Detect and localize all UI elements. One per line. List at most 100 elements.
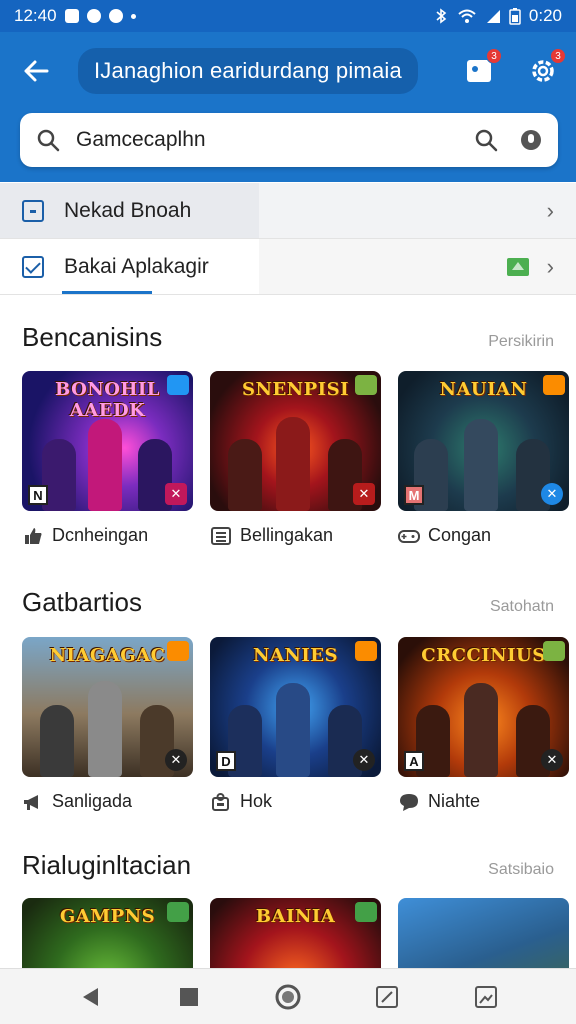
- notification-badge: 3: [486, 48, 502, 64]
- active-tab-indicator: [62, 291, 152, 294]
- publisher-logo-icon: A: [404, 751, 424, 771]
- game-thumbnail: NAUIAN M ✕: [398, 371, 569, 511]
- page-title: IJanaghion earidurdang pimaia: [78, 48, 418, 94]
- game-thumbnail: SNENPISI ✕: [210, 371, 381, 511]
- nav-edit-button[interactable]: [367, 977, 407, 1017]
- close-icon: ✕: [541, 749, 563, 771]
- card-label: Hok: [240, 791, 273, 811]
- game-card[interactable]: CRCCINIUS A ✕ Niahte: [398, 637, 569, 812]
- section-see-all-link[interactable]: Persikirin: [488, 333, 554, 351]
- close-icon: ✕: [165, 483, 187, 505]
- screenshot-icon: [475, 985, 498, 1008]
- card-row-1: BONOHIL AAEDK N ✕ Dcnheingan SNENPISI ✕ …: [22, 371, 569, 546]
- nav-recents-button[interactable]: [169, 977, 209, 1017]
- chat-icon: [398, 793, 420, 811]
- game-card[interactable]: NANIES D ✕ Hok: [210, 637, 381, 812]
- settings-button[interactable]: 3: [526, 48, 566, 88]
- section-header-1: Bencanisins Persikirin: [22, 322, 554, 353]
- sync-icon: [108, 9, 123, 23]
- search-input[interactable]: [76, 128, 474, 152]
- card-label: Bellingakan: [240, 525, 334, 545]
- close-icon: ✕: [541, 483, 563, 505]
- status-bar: 12:40 0:20: [0, 0, 576, 32]
- game-card[interactable]: NAUIAN M ✕ Congan: [398, 371, 569, 546]
- close-icon: ✕: [353, 483, 375, 505]
- publisher-logo-icon: D: [216, 751, 236, 771]
- wifi-icon: [458, 9, 476, 23]
- checkbox-checked[interactable]: [22, 255, 44, 278]
- section-title: Gatbartios: [22, 587, 142, 617]
- chevron-right-icon: ›: [546, 253, 554, 279]
- microphone-icon[interactable]: [520, 129, 542, 151]
- status-clock-right: 0:20: [528, 6, 562, 25]
- megaphone-icon: [22, 793, 44, 811]
- corner-badge-icon: [167, 641, 189, 661]
- signal-icon: [486, 10, 500, 23]
- filter-label-2: Bakai Aplakagir: [64, 254, 209, 278]
- publisher-logo-icon: N: [28, 485, 48, 505]
- game-art-title: SNENPISI: [242, 379, 349, 400]
- card-label: Dcnheingan: [52, 525, 149, 545]
- square-icon: [179, 987, 198, 1006]
- search-bar: [20, 113, 558, 167]
- corner-badge-icon: [355, 375, 377, 395]
- filter-row-1[interactable]: Nekad Bnoah ›: [0, 183, 576, 239]
- close-icon: ✕: [165, 749, 187, 771]
- section-see-all-link[interactable]: Satohatn: [490, 598, 554, 616]
- search-icon: [37, 129, 60, 152]
- checkbox-unchecked[interactable]: [22, 199, 44, 222]
- game-thumbnail: NANIES D ✕: [210, 637, 381, 777]
- game-card[interactable]: SNENPISI ✕ Bellingakan: [210, 371, 381, 546]
- chevron-right-icon: ›: [546, 197, 554, 223]
- triangle-back-icon: [82, 987, 98, 1006]
- game-art-title: BONOHIL AAEDK: [55, 379, 160, 421]
- section-see-all-link[interactable]: Satsibaio: [488, 861, 554, 879]
- more-notifications-dot-icon: [130, 13, 136, 19]
- bluetooth-icon: [436, 8, 447, 24]
- game-art-title: CRCCINIUS: [421, 645, 546, 666]
- game-art-title: BAINIA: [255, 906, 336, 927]
- corner-badge-icon: [355, 902, 377, 922]
- game-thumbnail: BONOHIL AAEDK N ✕: [22, 371, 193, 511]
- search-area: [0, 110, 576, 182]
- puzzle-icon: [210, 792, 232, 811]
- arrow-left-icon: [24, 60, 49, 82]
- card-label: Sanligada: [52, 791, 133, 811]
- filter-row-2[interactable]: Bakai Aplakagir ›: [0, 239, 576, 295]
- corner-badge-icon: [543, 375, 565, 395]
- publisher-logo-icon: M: [404, 485, 424, 505]
- corner-badge-icon: [543, 641, 565, 661]
- game-thumbnail: NIAGAGAC ✕: [22, 637, 193, 777]
- game-card[interactable]: NIAGAGAC ✕ Sanligada: [22, 637, 193, 812]
- battery-icon: [509, 8, 521, 25]
- notifications-button[interactable]: 3: [462, 48, 502, 88]
- corner-badge-icon: [167, 375, 189, 395]
- nav-screenshot-button[interactable]: [466, 977, 506, 1017]
- controller-icon: [398, 527, 420, 545]
- game-thumbnail: CRCCINIUS A ✕: [398, 637, 569, 777]
- list-icon: [210, 526, 232, 545]
- search-submit-icon[interactable]: [474, 128, 498, 152]
- gallery-icon: [64, 9, 79, 23]
- circle-home-icon: [275, 984, 301, 1009]
- nav-home-button[interactable]: [268, 977, 308, 1017]
- game-art-title: GAMPNS: [59, 906, 156, 927]
- card-label: Congan: [428, 525, 492, 545]
- card-row-2: NIAGAGAC ✕ Sanligada NANIES D ✕ Hok CRCC…: [22, 637, 569, 812]
- game-card[interactable]: BONOHIL AAEDK N ✕ Dcnheingan: [22, 371, 193, 546]
- section-title: Rialuginltacian: [22, 850, 192, 880]
- back-button[interactable]: [16, 51, 56, 91]
- section-header-3: Rialuginltacian Satsibaio: [22, 850, 554, 881]
- app-notification-icon: [86, 9, 101, 23]
- corner-badge-icon: [167, 902, 189, 922]
- section-title: Bencanisins: [22, 322, 163, 352]
- thumbs-up-icon: [22, 527, 44, 545]
- nav-back-button[interactable]: [70, 977, 110, 1017]
- status-time: 12:40: [14, 6, 57, 25]
- app-bar: IJanaghion earidurdang pimaia 3 3: [0, 32, 576, 110]
- close-icon: ✕: [353, 749, 375, 771]
- game-art-title: NAUIAN: [439, 379, 528, 400]
- system-nav-bar: [0, 968, 576, 1024]
- corner-badge-icon: [355, 641, 377, 661]
- settings-badge: 3: [550, 48, 566, 64]
